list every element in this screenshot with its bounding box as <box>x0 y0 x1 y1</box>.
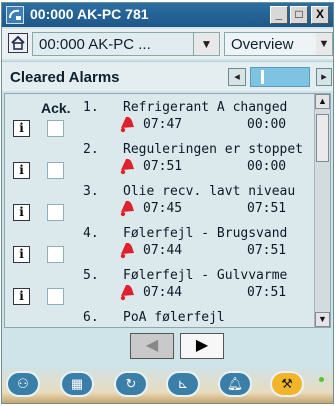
filter-field[interactable] <box>250 67 310 87</box>
alarm-bell-icon <box>120 242 134 259</box>
ack-checkbox[interactable] <box>47 204 64 221</box>
alarm-name: Følerfejl - Brugsvand <box>123 226 288 241</box>
home-icon <box>11 35 25 50</box>
wrench-icon: ⚒ <box>281 376 293 391</box>
alarm-row[interactable]: 3. Olie recv. lavt niveau i 07:45 07:51 <box>5 184 315 226</box>
scroll-up-arrow-icon[interactable]: ▲ <box>315 94 330 109</box>
alarm-name: PoA følerfejl <box>123 310 225 325</box>
alarm-number: 1. <box>83 100 99 115</box>
ack-checkbox[interactable] <box>47 120 64 137</box>
grid-icon: ▦ <box>70 376 84 391</box>
status-led <box>319 377 324 382</box>
controllers-icon: ⚇ <box>17 376 29 391</box>
alarm-row[interactable]: 6. PoA følerfejl i <box>5 310 315 327</box>
info-button[interactable]: i <box>13 246 30 263</box>
section-title: Cleared Alarms <box>10 69 120 86</box>
alarm-bell-icon <box>126 326 129 327</box>
alarm-name: Refrigerant A changed <box>123 100 288 115</box>
arrow-left-icon: ◀ <box>145 337 159 354</box>
refresh-button[interactable]: ↻ <box>114 371 148 397</box>
alarm-bell-icon <box>120 158 134 175</box>
list-scrollbar[interactable]: ▲ ▼ <box>314 94 330 327</box>
controllers-button[interactable]: ⚇ <box>6 371 40 397</box>
chevron-down-icon[interactable]: ▼ <box>316 33 332 55</box>
title-bar[interactable]: 00:000 AK-PC 781 _ □ X <box>2 3 333 27</box>
alarm-row[interactable]: 5. Følerfejl - Gulvvarme i 07:44 07:51 <box>5 268 315 310</box>
alarm-time-cleared: 07:51 <box>247 243 287 258</box>
arrow-right-icon: ▶ <box>195 337 209 354</box>
filter-back-button[interactable]: ◂ <box>228 68 246 86</box>
ack-checkbox[interactable] <box>47 162 64 179</box>
refresh-icon: ↻ <box>125 376 137 391</box>
alarm-number: 6. <box>83 310 99 325</box>
close-button[interactable]: X <box>311 6 329 24</box>
alarm-name: Reguleringen er stoppet <box>123 142 304 157</box>
chart-icon: ⊾ <box>177 376 189 391</box>
minimize-button[interactable]: _ <box>270 6 288 24</box>
alarm-number: 4. <box>83 226 99 241</box>
toolbar: 00:000 AK-PC ... ▼ Overview ▼ <box>2 29 333 59</box>
chart-button[interactable]: ⊾ <box>166 371 200 397</box>
alarm-name: Følerfejl - Gulvvarme <box>123 268 288 283</box>
alarm-number: 3. <box>83 184 99 199</box>
alarm-number: 2. <box>83 142 99 157</box>
alarm-time-cleared: 00:00 <box>247 159 287 174</box>
alarm-bell-icon: 🔔︎ <box>226 376 244 391</box>
text-cursor <box>261 70 264 84</box>
maximize-button[interactable]: □ <box>290 6 308 24</box>
alarm-row[interactable]: 1. Refrigerant A changed i 07:47 00:00 <box>5 100 315 142</box>
site-select-value: 00:000 AK-PC ... <box>39 36 151 53</box>
app-window: 00:000 AK-PC 781 _ □ X 00:000 AK-PC ... … <box>1 2 334 404</box>
previous-page-button[interactable]: ◀ <box>130 333 174 359</box>
page-navigation: ◀ ▶ <box>2 329 333 365</box>
alarm-time-cleared: 00:00 <box>247 117 287 132</box>
grid-button[interactable]: ▦ <box>60 371 94 397</box>
alarm-time-cleared: 07:51 <box>247 285 287 300</box>
alarm-name: Olie recv. lavt niveau <box>123 184 296 199</box>
info-button[interactable]: i <box>13 288 30 305</box>
alarm-time-raised: 07:47 <box>143 117 183 132</box>
service-button[interactable]: ⚒ <box>270 371 304 397</box>
scroll-down-arrow-icon[interactable]: ▼ <box>315 312 330 327</box>
app-icon <box>6 6 24 24</box>
info-button[interactable]: i <box>13 120 30 137</box>
info-button[interactable]: i <box>13 162 30 179</box>
chevron-down-icon[interactable]: ▼ <box>193 33 219 55</box>
alarm-time-raised: 07:44 <box>143 285 183 300</box>
alarm-time-cleared: 07:51 <box>247 201 287 216</box>
alarm-time-raised: 07:51 <box>143 159 183 174</box>
next-page-button[interactable]: ▶ <box>180 333 224 359</box>
ack-checkbox[interactable] <box>47 288 64 305</box>
alarm-row[interactable]: 4. Følerfejl - Brugsvand i 07:44 07:51 <box>5 226 315 268</box>
alarm-time-raised: 07:44 <box>143 243 183 258</box>
alarm-bell-icon <box>120 200 134 217</box>
section-header: Cleared Alarms ◂ ▸ <box>2 61 333 91</box>
bottom-toolbar: ⚇ ▦ ↻ ⊾ 🔔︎ ⚒ <box>2 367 333 403</box>
info-button[interactable]: i <box>13 204 30 221</box>
alarms-button[interactable]: 🔔︎ <box>218 371 252 397</box>
alarm-number: 5. <box>83 268 99 283</box>
view-select-value: Overview <box>231 36 294 53</box>
alarm-bell-icon <box>120 284 134 301</box>
scroll-thumb[interactable] <box>316 114 329 162</box>
alarm-list[interactable]: Ack. 1. Refrigerant A changed i 07:47 00… <box>4 93 331 328</box>
home-button[interactable] <box>8 33 28 53</box>
window-title: 00:000 AK-PC 781 <box>30 6 149 22</box>
ack-checkbox[interactable] <box>47 246 64 263</box>
filter-next-button[interactable]: ▸ <box>316 68 332 86</box>
alarm-bell-icon <box>120 116 134 133</box>
view-select[interactable]: Overview ▼ <box>224 32 333 56</box>
alarm-time-raised: 07:45 <box>143 201 183 216</box>
site-select[interactable]: 00:000 AK-PC ... ▼ <box>32 32 220 56</box>
alarm-row[interactable]: 2. Reguleringen er stoppet i 07:51 00:00 <box>5 142 315 184</box>
